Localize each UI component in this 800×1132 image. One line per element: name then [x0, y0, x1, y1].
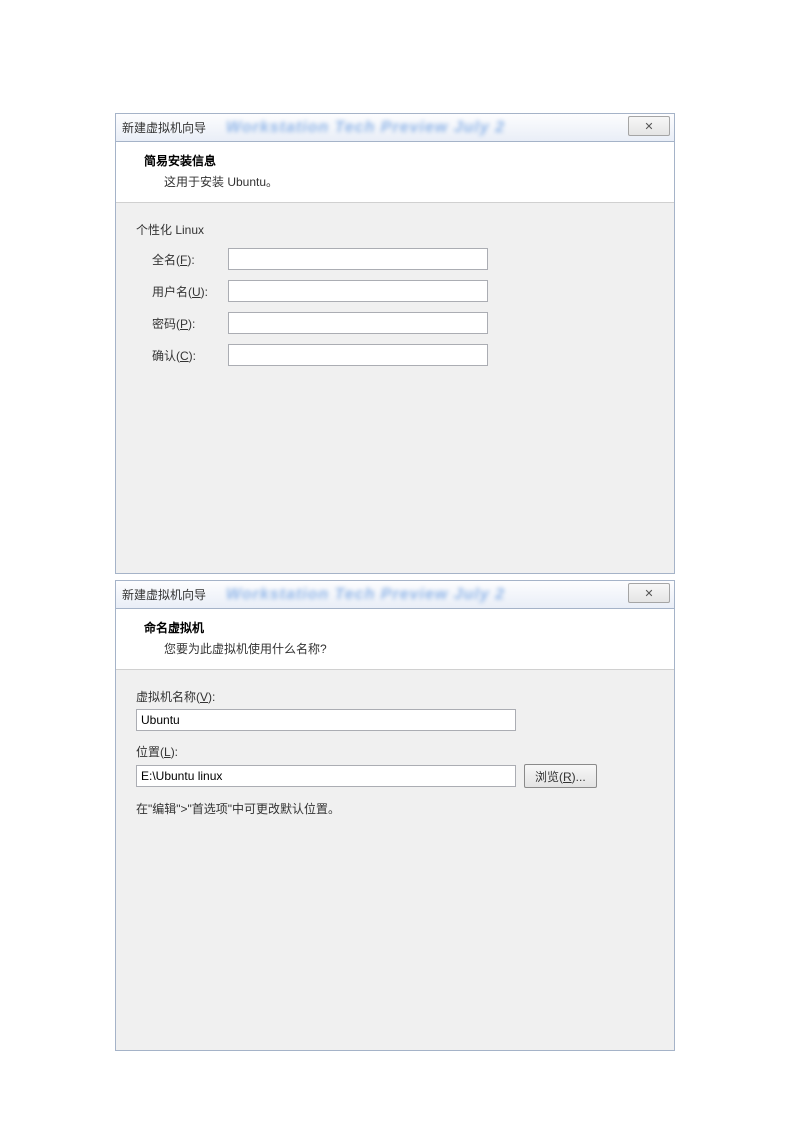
confirm-label: 确认(C):: [152, 347, 228, 364]
window-title: 新建虚拟机向导: [122, 586, 206, 603]
wizard-header: 命名虚拟机 您要为此虚拟机使用什么名称?: [116, 609, 674, 670]
close-button[interactable]: ✕: [628, 116, 670, 136]
location-group: 位置(L): 浏览(R)...: [136, 743, 654, 788]
wizard-content: 个性化 Linux 全名(F): 用户名(U): 密码(P): 确认(C):: [116, 203, 674, 573]
dialog-body: 命名虚拟机 您要为此虚拟机使用什么名称? 虚拟机名称(V): 位置(L): 浏览…: [115, 608, 675, 1051]
password-row: 密码(P):: [136, 312, 654, 334]
titlebar: 新建虚拟机向导 Workstation Tech Preview July 2 …: [115, 580, 675, 608]
confirm-input[interactable]: [228, 344, 488, 366]
browse-button[interactable]: 浏览(R)...: [524, 764, 597, 788]
fullname-input[interactable]: [228, 248, 488, 270]
fullname-label: 全名(F):: [152, 251, 228, 268]
vmname-label: 虚拟机名称(V):: [136, 688, 654, 705]
titlebar: 新建虚拟机向导 Workstation Tech Preview July 2 …: [115, 113, 675, 141]
wizard-content: 虚拟机名称(V): 位置(L): 浏览(R)... 在"编辑">"首选项"中可更…: [116, 670, 674, 1050]
location-label: 位置(L):: [136, 743, 654, 760]
location-input[interactable]: [136, 765, 516, 787]
password-input[interactable]: [228, 312, 488, 334]
personalize-label: 个性化 Linux: [136, 221, 654, 238]
location-row: 浏览(R)...: [136, 764, 654, 788]
wizard-header: 简易安装信息 这用于安装 Ubuntu。: [116, 142, 674, 203]
vmname-input[interactable]: [136, 709, 516, 731]
dialog-body: 简易安装信息 这用于安装 Ubuntu。 个性化 Linux 全名(F): 用户…: [115, 141, 675, 574]
titlebar-background-text: Workstation Tech Preview July 2: [226, 583, 624, 606]
fullname-row: 全名(F):: [136, 248, 654, 270]
username-row: 用户名(U):: [136, 280, 654, 302]
close-icon: ✕: [644, 120, 653, 133]
password-label: 密码(P):: [152, 315, 228, 332]
location-hint: 在"编辑">"首选项"中可更改默认位置。: [136, 800, 654, 817]
close-icon: ✕: [644, 587, 653, 600]
close-button[interactable]: ✕: [628, 583, 670, 603]
wizard-step-title: 简易安装信息: [144, 152, 654, 169]
new-vm-wizard-dialog-2: 新建虚拟机向导 Workstation Tech Preview July 2 …: [115, 580, 675, 1051]
titlebar-background-text: Workstation Tech Preview July 2: [226, 116, 624, 139]
wizard-step-description: 您要为此虚拟机使用什么名称?: [144, 640, 654, 657]
confirm-row: 确认(C):: [136, 344, 654, 366]
username-label: 用户名(U):: [152, 283, 228, 300]
window-title: 新建虚拟机向导: [122, 119, 206, 136]
new-vm-wizard-dialog-1: 新建虚拟机向导 Workstation Tech Preview July 2 …: [115, 113, 675, 574]
wizard-step-description: 这用于安装 Ubuntu。: [144, 173, 654, 190]
wizard-step-title: 命名虚拟机: [144, 619, 654, 636]
vmname-group: 虚拟机名称(V):: [136, 688, 654, 731]
username-input[interactable]: [228, 280, 488, 302]
